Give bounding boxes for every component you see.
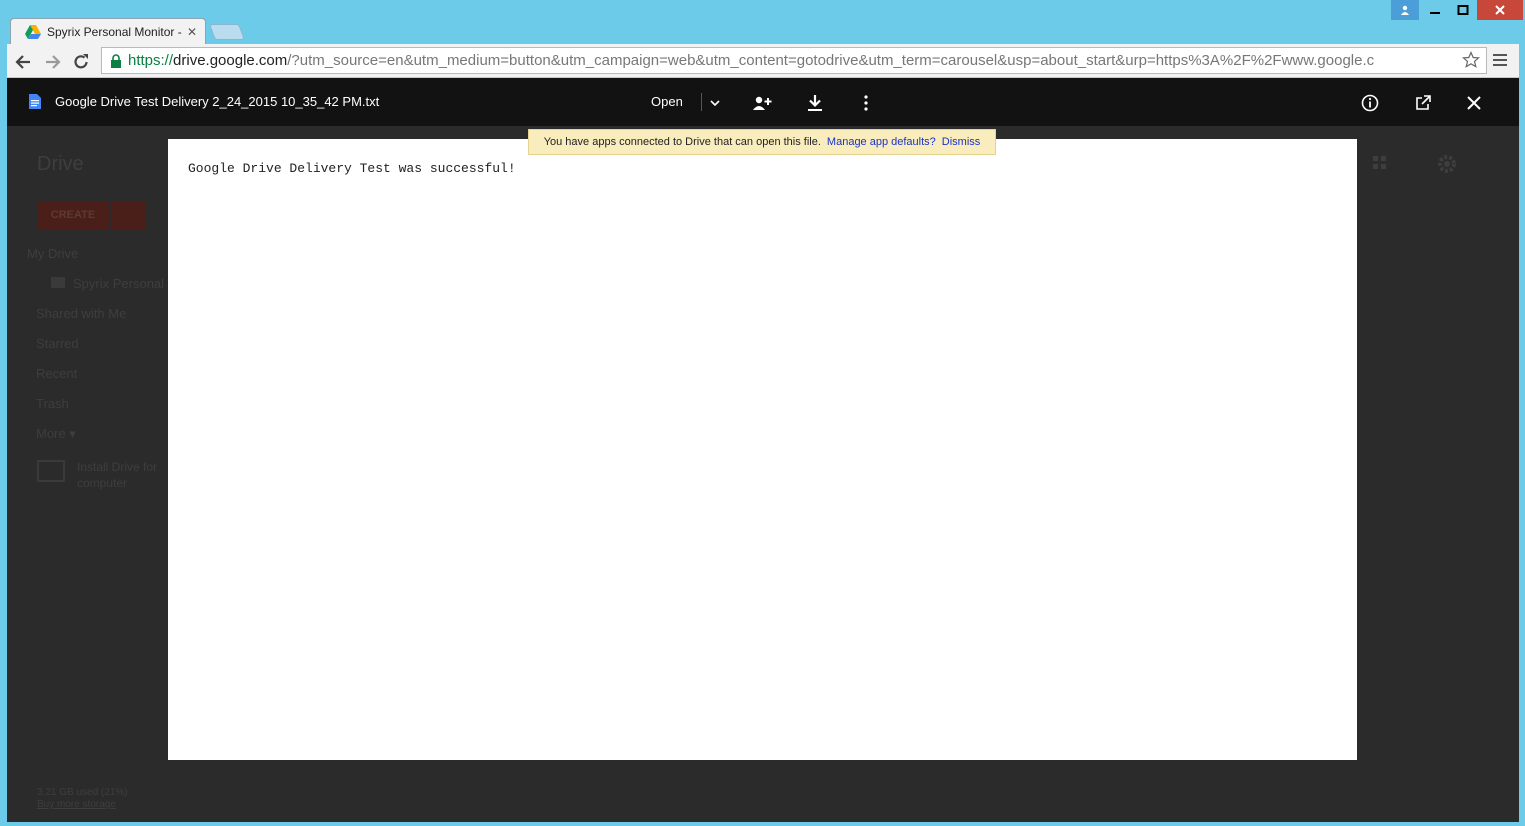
back-button[interactable] <box>13 52 33 72</box>
install-drive-text-2: computer <box>77 476 128 490</box>
nav-recent[interactable]: Recent <box>36 366 77 381</box>
bookmark-star-icon[interactable] <box>1462 51 1480 74</box>
open-with-dropdown-chevron-icon[interactable] <box>704 92 726 114</box>
url-host: drive.google.com <box>173 52 288 69</box>
nav-trash[interactable]: Trash <box>36 396 69 411</box>
close-window-button[interactable] <box>1477 0 1523 20</box>
nav-starred[interactable]: Starred <box>36 336 79 351</box>
url-path: /?utm_source=en&utm_medium=button&utm_ca… <box>287 52 1375 69</box>
viewer-toolbar: Google Drive Test Delivery 2_24_2015 10_… <box>7 78 1519 126</box>
nav-folder-spyrix[interactable]: Spyrix Personal <box>73 276 164 291</box>
maximize-button[interactable] <box>1449 0 1477 20</box>
add-people-icon[interactable] <box>751 92 773 114</box>
forward-button[interactable] <box>43 52 63 72</box>
minimize-button[interactable] <box>1421 0 1449 20</box>
nav-my-drive[interactable]: My Drive <box>27 246 78 261</box>
user-profile-icon[interactable] <box>1391 0 1419 20</box>
settings-gear-icon[interactable] <box>1437 154 1457 179</box>
nav-more[interactable]: More ▾ <box>36 426 76 442</box>
storage-used: 3.21 GB used (21%) <box>37 787 128 798</box>
upload-button[interactable] <box>111 201 146 229</box>
url-scheme: https:// <box>128 52 174 69</box>
document-text: Google Drive Delivery Test was successfu… <box>188 161 516 176</box>
nav-shared-with-me[interactable]: Shared with Me <box>36 306 126 321</box>
tab-close-icon[interactable]: ✕ <box>187 25 197 39</box>
window-controls <box>1391 0 1523 20</box>
grid-view-icon[interactable] <box>1373 156 1387 175</box>
drive-title: Drive <box>37 153 84 175</box>
address-bar[interactable]: https://drive.google.com/?utm_source=en&… <box>101 47 1487 74</box>
divider <box>701 93 702 111</box>
manage-app-defaults-link[interactable]: Manage app defaults? <box>827 136 936 148</box>
file-name: Google Drive Test Delivery 2_24_2015 10_… <box>55 94 380 109</box>
text-file-icon <box>29 94 41 114</box>
apps-notice-banner: You have apps connected to Drive that ca… <box>528 129 996 155</box>
dismiss-link[interactable]: Dismiss <box>942 136 981 148</box>
close-viewer-icon[interactable] <box>1463 92 1485 114</box>
document-preview: Google Drive Delivery Test was successfu… <box>168 139 1357 760</box>
create-button[interactable]: CREATE <box>37 201 109 229</box>
computer-icon <box>37 460 65 482</box>
chrome-menu-icon[interactable] <box>1493 53 1507 72</box>
browser-toolbar: https://drive.google.com/?utm_source=en&… <box>7 44 1519 78</box>
page-content: Drive CREATE My Drive Spyrix Personal Sh… <box>7 78 1519 822</box>
install-drive-text[interactable]: Install Drive for <box>77 460 157 474</box>
notice-message: You have apps connected to Drive that ca… <box>543 136 821 148</box>
browser-tab[interactable]: Spyrix Personal Monitor - ✕ <box>10 18 206 44</box>
folder-icon <box>51 277 65 288</box>
reload-button[interactable] <box>71 52 91 72</box>
open-in-new-window-icon[interactable] <box>1412 92 1434 114</box>
more-actions-icon[interactable] <box>855 92 877 114</box>
open-with-button[interactable]: Open <box>651 94 683 109</box>
new-tab-button[interactable] <box>209 24 245 40</box>
buy-storage-link[interactable]: Buy more storage <box>37 799 116 810</box>
tab-title: Spyrix Personal Monitor - <box>47 24 182 39</box>
lock-icon <box>110 53 122 68</box>
download-icon[interactable] <box>804 92 826 114</box>
google-drive-icon <box>25 24 41 39</box>
details-info-icon[interactable] <box>1359 92 1381 114</box>
